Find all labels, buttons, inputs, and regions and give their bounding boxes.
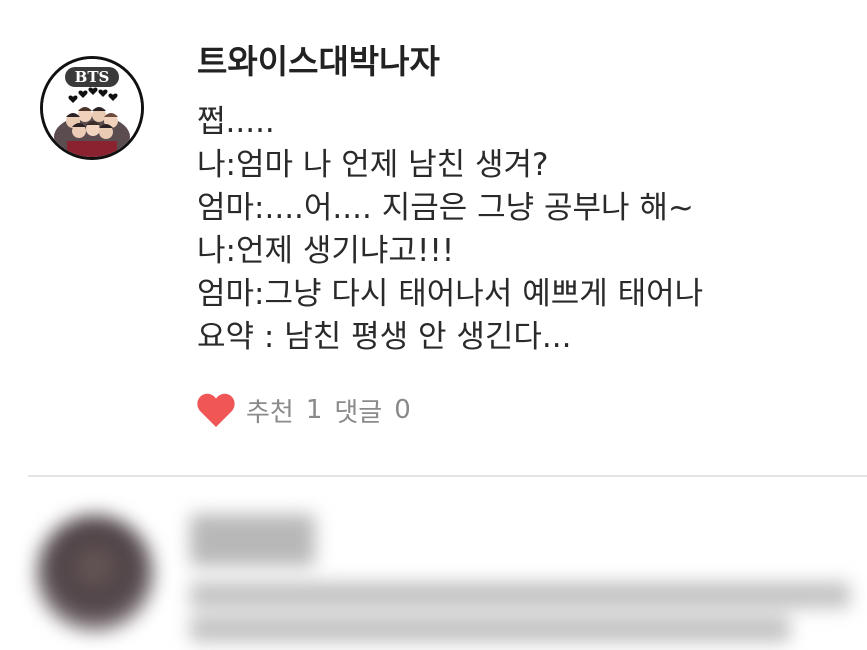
blurred-author-name [190,514,315,566]
post-body-line: 요약 : 남친 평생 안 생긴다... [197,319,572,355]
post-body-line: 쩝..... [197,104,275,140]
post-meta: 추천 1 댓글 0 [196,388,411,432]
blurred-next-post [0,478,867,650]
recommend-label[interactable]: 추천 [246,392,294,429]
author-name[interactable]: 트와이스대박나자 [197,40,440,84]
post-body-line: 엄마:....어.... 지금은 그냥 공부나 해~ [197,190,694,226]
post-body-line: 엄마:그냥 다시 태어나서 예쁘게 태어나 [197,276,704,312]
comment-label[interactable]: 댓글 [334,392,382,429]
recommend-count: 1 [305,395,323,425]
post-body-line: 나:엄마 나 언제 남친 생겨? [197,147,549,183]
post-body: 쩝..... 나:엄마 나 언제 남친 생겨? 엄마:....어.... 지금은… [197,101,857,359]
avatar-badge-text: BTS [75,68,110,86]
blurred-avatar [36,514,154,632]
post-body-line: 나:언제 생기냐고!!! [197,233,455,269]
comment-count: 0 [394,395,411,425]
post-divider [28,475,867,477]
author-avatar[interactable]: BTS [40,56,144,160]
blurred-text-line [190,582,850,608]
bts-group-photo-avatar-icon: BTS [43,59,141,157]
blurred-text-line [190,616,790,642]
post-card: BTS 트와이스대박나자 쩝..... 나:엄마 나 언제 남친 생겨? 엄마:… [0,0,867,470]
heart-icon[interactable] [196,391,236,429]
